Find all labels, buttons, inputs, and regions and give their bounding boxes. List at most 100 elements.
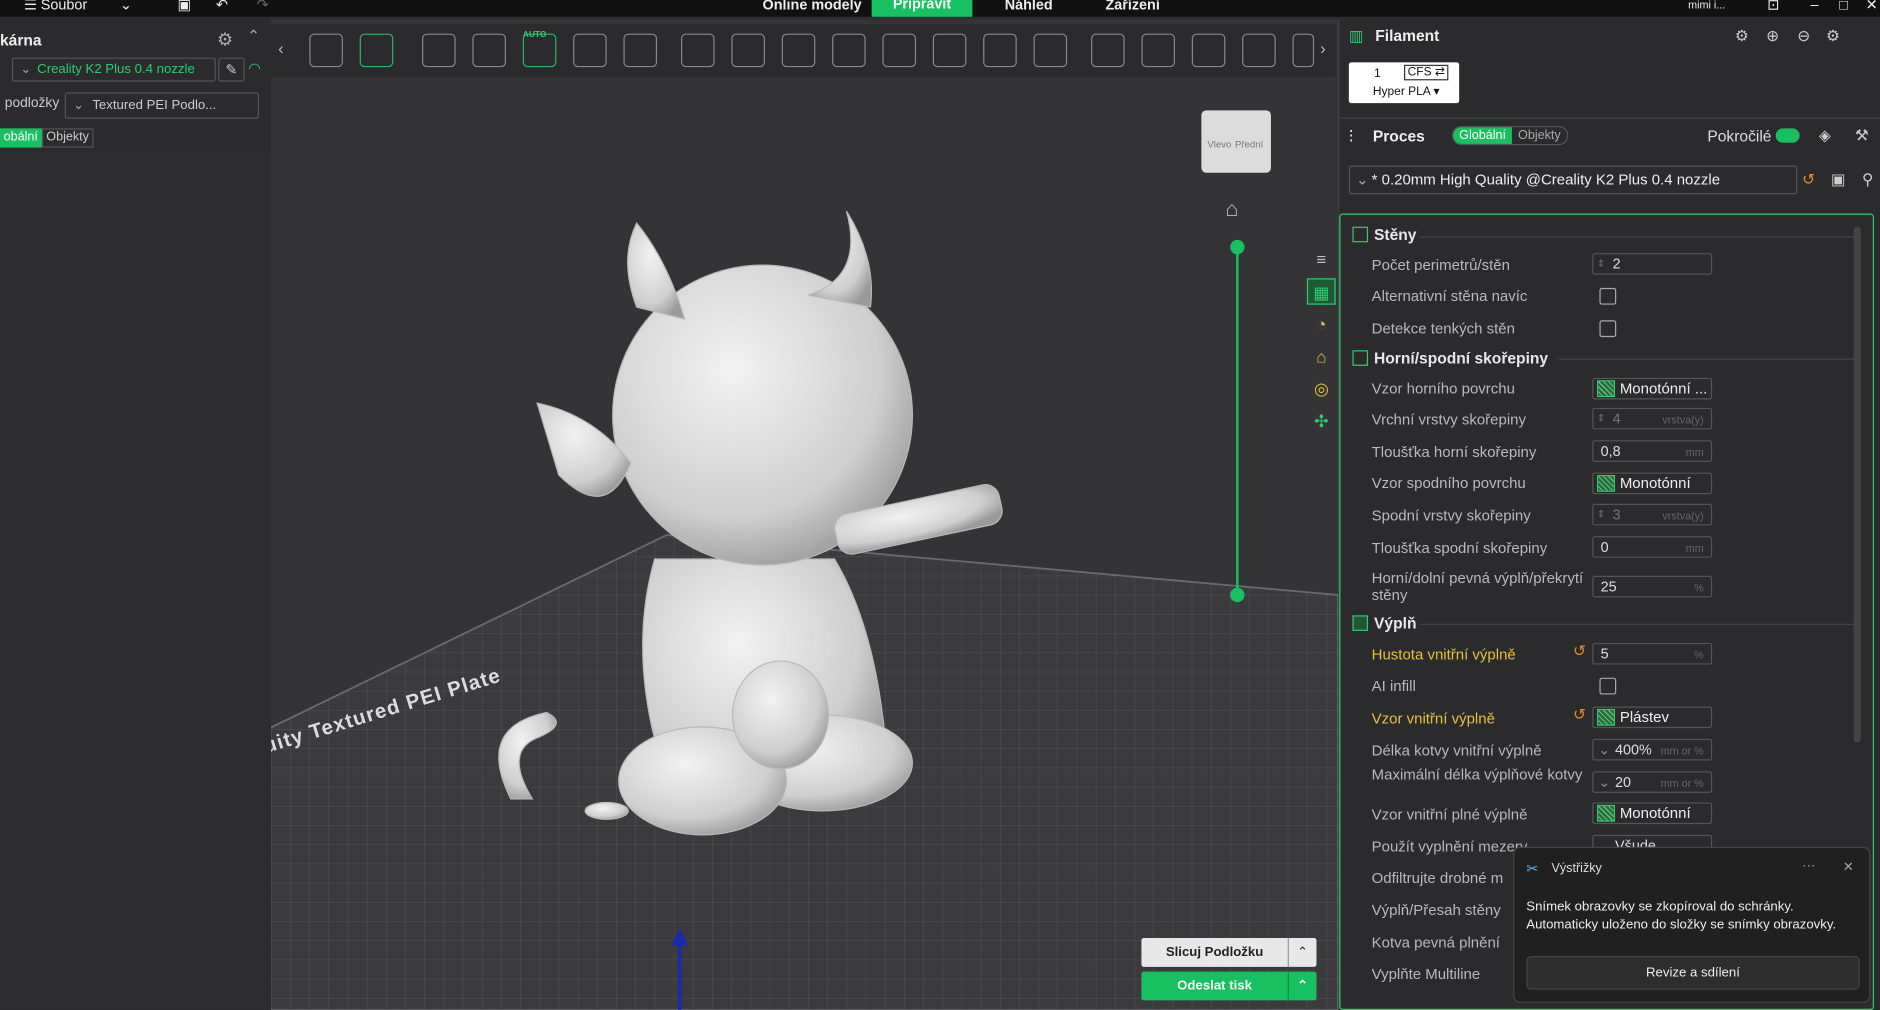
compare-icon[interactable]: ◈ [1819, 126, 1831, 145]
reset-icon[interactable]: ↺ [1573, 705, 1586, 724]
maximize-icon[interactable]: □ [1839, 0, 1848, 13]
speed-icon[interactable]: ◔ [1307, 311, 1336, 337]
anchor-max-unit: mm or % [1660, 777, 1704, 790]
reset-icon[interactable]: ↺ [1802, 170, 1815, 189]
minimize-icon[interactable]: – [1810, 0, 1818, 13]
user-name[interactable]: mimi i... [1688, 0, 1725, 11]
collapse-left-icon[interactable]: ‹ [278, 38, 284, 57]
process-objects[interactable]: Objekty [1512, 127, 1567, 144]
undo-icon[interactable]: ↶ [216, 0, 228, 13]
file-menu[interactable]: Soubor [41, 0, 87, 13]
add-object-icon[interactable] [309, 33, 343, 68]
redo-icon[interactable]: ↷ [257, 0, 269, 13]
top-pattern-select[interactable]: Monotónní ... [1592, 377, 1713, 400]
tab-device[interactable]: Zařízení [1105, 0, 1159, 13]
slice-button-group: Slicuj Podložku ⌃ [1141, 938, 1317, 967]
filament-settings-icon[interactable]: ⚙ [1735, 26, 1749, 45]
tab-prepare[interactable]: Připravit [871, 0, 973, 17]
anchor-max-input[interactable]: ⌄ 20 mm or % [1592, 771, 1713, 793]
send-print-button[interactable]: Odeslat tisk [1141, 972, 1287, 1001]
search-icon[interactable]: ⚲ [1862, 170, 1873, 189]
boolean-icon[interactable] [983, 33, 1017, 68]
arrange-icon[interactable] [573, 33, 607, 68]
wall-loops-input[interactable]: ⇕ 2 [1592, 253, 1713, 275]
bottom-thickness-input[interactable]: 0 mm [1592, 536, 1713, 558]
infill-density-input[interactable]: 5% [1592, 642, 1713, 665]
slice-button[interactable]: Slicuj Podložku [1141, 938, 1287, 967]
slot-number: 1 [1374, 67, 1381, 81]
tab-preview[interactable]: Náhled [1005, 0, 1053, 13]
quality-icon[interactable]: ▦ [1306, 278, 1336, 305]
printer-select[interactable]: ⌄ Creality K2 Plus 0.4 nozzle [11, 57, 216, 82]
scatter-icon[interactable] [731, 33, 765, 68]
hollow-icon[interactable] [882, 33, 917, 68]
save-preset-icon[interactable]: ▣ [1831, 170, 1846, 189]
gear-icon[interactable]: ⚙ [1826, 26, 1840, 45]
rotate-icon[interactable] [472, 33, 506, 68]
support-paint-icon[interactable] [1091, 33, 1125, 68]
bottom-layers-input[interactable]: ⇕ 3 vrstva(y) [1592, 503, 1713, 526]
layer-list-icon[interactable]: ≡ [1307, 246, 1336, 272]
process-global[interactable]: Globální [1453, 127, 1513, 144]
cut-icon[interactable] [932, 33, 967, 68]
reset-icon[interactable]: ↺ [1573, 642, 1586, 661]
cube-icon[interactable] [832, 33, 866, 68]
toast-close-icon[interactable]: ✕ [1843, 859, 1854, 874]
send-dropdown-icon[interactable]: ⌃ [1287, 971, 1317, 1001]
infill-density-label: Hustota vnitřní výplně [1371, 646, 1516, 664]
save-icon[interactable]: ▣ [177, 0, 191, 13]
top-layers-input[interactable]: ⇕ 4 vrstva(y) [1592, 407, 1713, 430]
infill-pattern-select[interactable]: Plástev [1592, 706, 1713, 729]
remove-filament-icon[interactable]: ⊖ [1797, 26, 1810, 45]
collapse-right-icon[interactable]: › [1320, 38, 1326, 57]
anchor-length-input[interactable]: ⌄ 400% mm or % [1592, 738, 1713, 761]
toggle-objects[interactable]: Objekty [41, 128, 94, 148]
toggle-global[interactable]: obální [0, 128, 42, 148]
ai-infill-label: AI infill [1371, 677, 1416, 695]
slice-dropdown-icon[interactable]: ⌃ [1287, 938, 1317, 967]
layout-icon[interactable] [681, 33, 715, 68]
review-share-button[interactable]: Revize a sdílení [1526, 956, 1860, 990]
gear-icon[interactable]: ⚙ [217, 29, 233, 50]
measure-icon[interactable] [1033, 33, 1068, 68]
text-tool-icon[interactable] [1292, 33, 1315, 68]
add-plate-icon[interactable] [359, 33, 394, 68]
home-icon[interactable]: ⌂ [1225, 197, 1238, 222]
wrench-icon[interactable]: ⚒ [1855, 126, 1869, 145]
scope-toggle: obální Objekty [0, 128, 94, 148]
ai-infill-checkbox[interactable] [1599, 677, 1617, 695]
plate-select[interactable]: ⌄ Textured PEI Podlo... [64, 92, 259, 119]
orient-icon[interactable] [422, 33, 456, 68]
add-filament-icon[interactable]: ⊕ [1766, 26, 1779, 45]
others-icon[interactable]: ✣ [1307, 408, 1336, 434]
layers-icon[interactable] [1191, 33, 1226, 68]
bottom-pattern-select[interactable]: Monotónní [1592, 472, 1713, 495]
top-thickness-input[interactable]: 0,8 mm [1592, 440, 1713, 462]
chevron-down-icon[interactable]: ⌄ [120, 0, 132, 13]
window-icon[interactable]: ⊡ [1767, 0, 1779, 13]
tab-online-models[interactable]: Online modely [763, 0, 862, 13]
scale-icon[interactable] [781, 33, 816, 68]
split-icon[interactable] [623, 33, 658, 68]
advanced-label: Pokročilé [1707, 127, 1772, 146]
toast-more-icon[interactable]: ··· [1802, 859, 1815, 873]
process-preset-select[interactable]: ⌄ * 0.20mm High Quality @Creality K2 Plu… [1348, 165, 1798, 195]
solid-overlap-input[interactable]: 25% [1592, 575, 1713, 598]
view-cube[interactable]: Vlevo Přední [1201, 110, 1271, 173]
thin-wall-checkbox[interactable] [1599, 320, 1617, 338]
support-icon[interactable]: ⌂ [1307, 343, 1336, 369]
solid-pattern-select[interactable]: Monotónní [1592, 802, 1713, 825]
filament-slot[interactable]: 1 CFS ⇄ Hyper PLA ▾ [1348, 62, 1460, 104]
thin-wall-label: Detekce tenkých stěn [1371, 320, 1515, 338]
color-paint-icon[interactable] [1242, 33, 1276, 68]
edit-icon[interactable]: ✎ [218, 57, 245, 82]
seam-paint-icon[interactable] [1141, 33, 1176, 68]
hamburger-icon[interactable]: ☰ [24, 0, 37, 13]
collapse-icon[interactable]: ⌃ [247, 26, 260, 45]
close-window-icon[interactable]: ✕ [1866, 0, 1878, 13]
settings-scrollbar[interactable] [1853, 226, 1861, 743]
advanced-toggle[interactable] [1775, 128, 1800, 143]
3d-viewport[interactable]: uity Textured PEI Plate Vlevo Přední ⌂ [270, 19, 1339, 1010]
material-icon[interactable]: ◎ [1307, 375, 1336, 401]
alt-wall-checkbox[interactable] [1599, 287, 1617, 305]
